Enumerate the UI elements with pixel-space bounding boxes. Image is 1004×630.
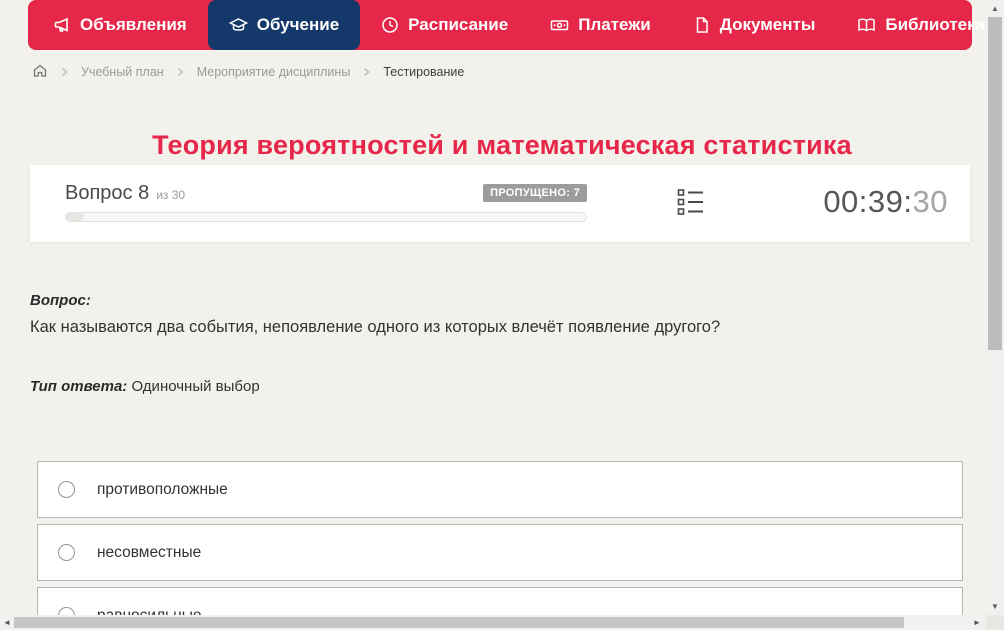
clock-icon bbox=[381, 16, 399, 34]
answer-options: противоположные несовместные равносильны… bbox=[37, 461, 963, 630]
home-icon bbox=[32, 64, 48, 82]
question-progress-block: Вопрос 8 из 30 ПРОПУЩЕНО: 7 bbox=[65, 181, 587, 222]
chevron-right-icon bbox=[176, 67, 185, 77]
skipped-badge: ПРОПУЩЕНО: 7 bbox=[483, 184, 587, 202]
megaphone-icon bbox=[53, 16, 71, 34]
scroll-left-arrow[interactable]: ◄ bbox=[0, 615, 14, 630]
nav-item-learning[interactable]: Обучение bbox=[207, 0, 361, 50]
nav-item-library[interactable]: Библиотека bbox=[836, 0, 1004, 50]
nav-item-label: Библиотека bbox=[885, 15, 986, 34]
graduation-cap-icon bbox=[228, 16, 248, 34]
question-list-button[interactable] bbox=[674, 187, 706, 219]
nav-item-label: Расписание bbox=[408, 15, 509, 34]
breadcrumb-testing: Тестирование bbox=[383, 65, 465, 79]
scroll-up-arrow[interactable]: ▲ bbox=[986, 1, 1004, 15]
chevron-right-icon bbox=[60, 67, 69, 77]
timer-main: 00:39: bbox=[823, 184, 913, 219]
nav-item-label: Обучение bbox=[256, 15, 340, 34]
banknote-icon bbox=[550, 16, 569, 34]
answer-option-label: противоположные bbox=[97, 480, 228, 498]
horizontal-scrollbar[interactable]: ◄ ► bbox=[0, 615, 986, 630]
scroll-right-arrow[interactable]: ► bbox=[970, 615, 984, 630]
nav-item-schedule[interactable]: Расписание bbox=[360, 0, 529, 50]
nav-item-label: Объявления bbox=[80, 15, 187, 34]
breadcrumb: Учебный план Мероприятие дисциплины Тест… bbox=[32, 62, 464, 82]
scrollbar-corner bbox=[986, 615, 1004, 630]
radio-button[interactable] bbox=[58, 544, 75, 561]
answer-type-label: Тип ответа: bbox=[30, 378, 128, 395]
horizontal-scrollbar-thumb[interactable] bbox=[14, 617, 904, 628]
vertical-scrollbar[interactable]: ▲ ▼ bbox=[986, 0, 1004, 615]
document-icon bbox=[693, 16, 711, 34]
vertical-scrollbar-thumb[interactable] bbox=[988, 17, 1002, 350]
question-label: Вопрос: bbox=[30, 292, 91, 309]
nav-item-label: Платежи bbox=[578, 15, 651, 34]
test-page: Объявления Обучение Расписание Платежи Д… bbox=[0, 0, 1004, 630]
answer-type-row: Тип ответа: Одиночный выбор bbox=[30, 378, 260, 395]
nav-item-payments[interactable]: Платежи bbox=[529, 0, 672, 50]
page-title: Теория вероятностей и математическая ста… bbox=[152, 130, 852, 161]
question-list-icon bbox=[677, 188, 704, 219]
progress-bar-fill bbox=[66, 213, 84, 221]
timer: 00:39:30 bbox=[823, 182, 948, 222]
chevron-right-icon bbox=[362, 67, 371, 77]
main-nav: Объявления Обучение Расписание Платежи Д… bbox=[28, 0, 1004, 50]
open-book-icon bbox=[857, 16, 876, 34]
answer-type-value: Одиночный выбор bbox=[131, 378, 260, 395]
radio-button[interactable] bbox=[58, 481, 75, 498]
answer-option-2[interactable]: несовместные bbox=[37, 524, 963, 581]
question-header-card: Вопрос 8 из 30 ПРОПУЩЕНО: 7 00:39:30 bbox=[30, 165, 970, 242]
nav-item-label: Документы bbox=[719, 15, 816, 34]
progress-bar bbox=[65, 212, 587, 222]
breadcrumb-curriculum[interactable]: Учебный план bbox=[81, 65, 164, 79]
scroll-down-arrow[interactable]: ▼ bbox=[986, 599, 1004, 613]
timer-seconds: 30 bbox=[912, 184, 948, 219]
question-text: Как называются два события, непоявление … bbox=[30, 318, 721, 336]
nav-item-announcements[interactable]: Объявления bbox=[32, 0, 208, 50]
question-number: Вопрос 8 из 30 bbox=[65, 181, 186, 204]
answer-option-label: несовместные bbox=[97, 543, 202, 561]
nav-item-documents[interactable]: Документы bbox=[672, 0, 837, 50]
breadcrumb-home[interactable] bbox=[32, 63, 48, 82]
breadcrumb-discipline-event[interactable]: Мероприятие дисциплины bbox=[197, 65, 351, 79]
answer-option-1[interactable]: противоположные bbox=[37, 461, 963, 518]
